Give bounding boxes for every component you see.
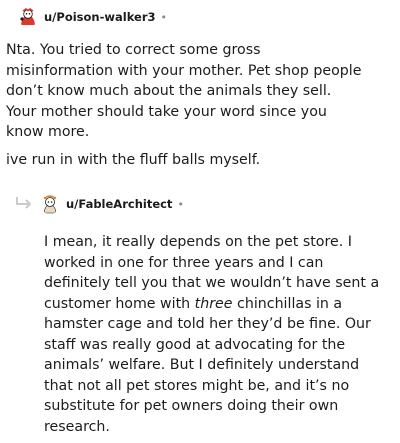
comment-header: u/FableArchitect •	[40, 193, 390, 215]
separator-dot: •	[160, 10, 168, 24]
comment-text: chinchillas in a hamster cage and told h…	[44, 295, 371, 435]
emphasis-text: three	[194, 295, 233, 312]
comment-body: I mean, it really depends on the pet sto…	[44, 232, 386, 437]
snoo-avatar-icon[interactable]	[40, 194, 60, 214]
comment-body: Nta. You tried to correct some gross mis…	[6, 40, 366, 170]
comment-paragraph: Nta. You tried to correct some gross mis…	[6, 42, 362, 140]
top-comment: u/Poison-walker3 •	[18, 6, 388, 28]
separator-dot: •	[177, 197, 184, 211]
comment-author[interactable]: u/Poison-walker3	[44, 10, 156, 24]
comment-paragraph: I mean, it really depends on the pet sto…	[44, 232, 386, 437]
snoo-avatar-icon[interactable]	[18, 7, 38, 27]
reply-comment: u/FableArchitect •	[40, 193, 390, 215]
comment-header: u/Poison-walker3 •	[18, 6, 388, 28]
reply-arrow-icon	[14, 195, 34, 211]
comment-author[interactable]: u/FableArchitect	[66, 197, 172, 211]
comment-paragraph: ive run in with the fluff balls myself.	[6, 151, 261, 168]
